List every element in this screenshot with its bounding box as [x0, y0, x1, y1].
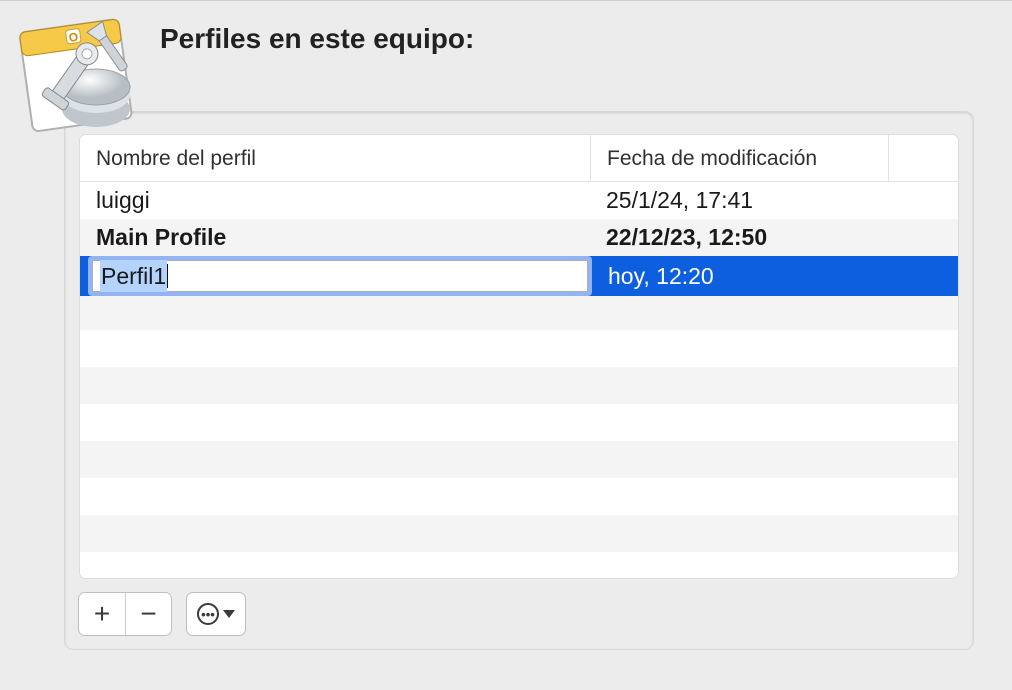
- profile-name-cell: Perfil1: [80, 256, 592, 296]
- header: O: [0, 1, 1012, 111]
- profile-name-cell: Main Profile: [80, 224, 590, 251]
- panel: Nombre del perfil Fecha de modificación …: [64, 111, 974, 650]
- table-body[interactable]: luiggi 25/1/24, 17:41 Main Profile 22/12…: [80, 182, 958, 578]
- table-row[interactable]: luiggi 25/1/24, 17:41: [80, 182, 958, 219]
- chevron-down-icon: [223, 610, 235, 618]
- profile-date-cell: 25/1/24, 17:41: [590, 187, 958, 214]
- text-caret: [167, 264, 168, 288]
- column-header-date[interactable]: Fecha de modificación: [590, 135, 888, 181]
- page-title: Perfiles en este equipo:: [160, 23, 982, 55]
- profile-options-menu-button[interactable]: •••: [187, 593, 245, 635]
- plus-icon: +: [94, 598, 110, 630]
- profile-date-cell: hoy, 12:20: [592, 263, 958, 290]
- profile-name-input[interactable]: Perfil1: [88, 256, 592, 296]
- profile-date-cell: 22/12/23, 12:50: [590, 224, 958, 251]
- profile-name-input-text: Perfil1: [100, 260, 167, 292]
- minus-icon: −: [140, 598, 156, 630]
- svg-text:O: O: [68, 30, 79, 45]
- table-row[interactable]: Main Profile 22/12/23, 12:50: [80, 219, 958, 256]
- profile-manager-icon: O: [18, 17, 138, 137]
- add-remove-group: + −: [79, 593, 171, 635]
- table-row[interactable]: Perfil1 hoy, 12:20: [80, 256, 958, 296]
- table-header: Nombre del perfil Fecha de modificación: [80, 135, 958, 182]
- profile-manager-window: O: [0, 0, 1012, 665]
- add-profile-button[interactable]: +: [79, 593, 125, 635]
- remove-profile-button[interactable]: −: [125, 593, 171, 635]
- column-header-spacer: [888, 135, 958, 181]
- ellipsis-icon: •••: [197, 603, 219, 625]
- profiles-table: Nombre del perfil Fecha de modificación …: [79, 134, 959, 579]
- column-header-name[interactable]: Nombre del perfil: [80, 135, 590, 181]
- profile-name-cell: luiggi: [80, 187, 590, 214]
- toolbar: + − •••: [65, 593, 973, 635]
